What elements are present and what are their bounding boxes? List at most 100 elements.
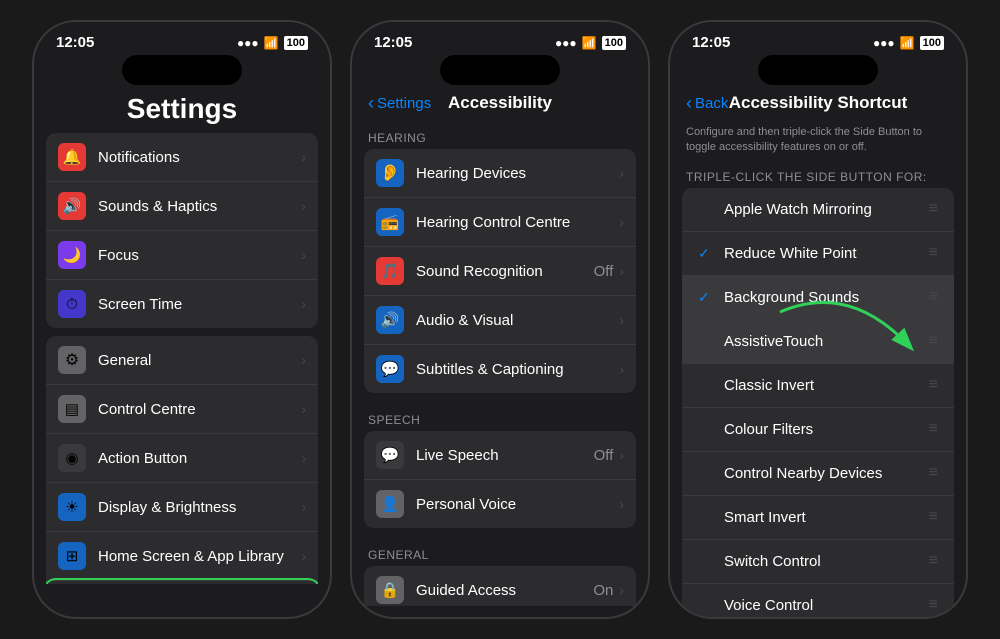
guided-access-item[interactable]: 🔒 Guided Access On › bbox=[364, 566, 636, 606]
time-2: 12:05 bbox=[374, 34, 412, 51]
label-smartinvert: Smart Invert bbox=[724, 509, 929, 526]
shortcut-item-smartinvert[interactable]: Smart Invert ≡ bbox=[682, 496, 954, 540]
speech-group: 💬 Live Speech Off › 👤 Personal Voice › bbox=[364, 431, 636, 528]
live-speech-chevron: › bbox=[619, 447, 624, 463]
signal-icon-3: ●●● bbox=[873, 36, 895, 50]
phone1-content: Settings 🔔 Notifications › 🔊 Sounds & Ha… bbox=[34, 89, 330, 584]
personal-voice-icon: 👤 bbox=[376, 490, 404, 518]
hearing-devices-label: Hearing Devices bbox=[416, 165, 619, 182]
battery-icon-2: 100 bbox=[602, 36, 626, 50]
phone3-content: Apple Watch Mirroring ≡ ✓ Reduce White P… bbox=[670, 188, 966, 619]
live-speech-item[interactable]: 💬 Live Speech Off › bbox=[364, 431, 636, 480]
notifications-icon: 🔔 bbox=[58, 143, 86, 171]
action-icon: ◉ bbox=[58, 444, 86, 472]
general-section-header: GENERAL bbox=[352, 536, 648, 566]
dynamic-island-1 bbox=[122, 55, 242, 85]
shortcut-item-reducewhitepoint[interactable]: ✓ Reduce White Point ≡ bbox=[682, 232, 954, 276]
settings-item-notifications[interactable]: 🔔 Notifications › bbox=[46, 133, 318, 182]
handle-voicecontrol: ≡ bbox=[929, 596, 938, 614]
time-3: 12:05 bbox=[692, 34, 730, 51]
hearing-control-chevron: › bbox=[619, 214, 624, 230]
shortcut-item-assistivetouch[interactable]: AssistiveTouch ≡ bbox=[682, 320, 954, 364]
status-icons-1: ●●● 📶 100 bbox=[237, 36, 308, 50]
controlcentre-icon: ▤ bbox=[58, 395, 86, 423]
label-classicinvert: Classic Invert bbox=[724, 377, 929, 394]
subtitles-item[interactable]: 💬 Subtitles & Captioning › bbox=[364, 345, 636, 393]
controlcentre-label: Control Centre bbox=[98, 401, 301, 418]
label-voicecontrol: Voice Control bbox=[724, 597, 929, 614]
handle-colourfilters: ≡ bbox=[929, 420, 938, 438]
check-reducewhitepoint: ✓ bbox=[698, 245, 718, 262]
audio-visual-label: Audio & Visual bbox=[416, 312, 619, 329]
page-title-1: Settings bbox=[34, 89, 330, 133]
status-bar-3: 12:05 ●●● 📶 100 bbox=[670, 22, 966, 55]
settings-item-display[interactable]: ☀ Display & Brightness › bbox=[46, 483, 318, 532]
settings-item-focus[interactable]: 🌙 Focus › bbox=[46, 231, 318, 280]
subtitles-icon: 💬 bbox=[376, 355, 404, 383]
general-label: General bbox=[98, 352, 301, 369]
settings-item-sounds[interactable]: 🔊 Sounds & Haptics › bbox=[46, 182, 318, 231]
shortcut-item-controlnearby[interactable]: Control Nearby Devices ≡ bbox=[682, 452, 954, 496]
label-assistivetouch: AssistiveTouch bbox=[724, 333, 929, 350]
check-backgroundsounds: ✓ bbox=[698, 289, 718, 306]
label-applewatchmirroring: Apple Watch Mirroring bbox=[724, 201, 929, 218]
handle-switchcontrol: ≡ bbox=[929, 552, 938, 570]
live-speech-label: Live Speech bbox=[416, 447, 594, 464]
controlcentre-chevron: › bbox=[301, 401, 306, 417]
nav-title-2: Accessibility bbox=[448, 93, 552, 113]
settings-item-action[interactable]: ◉ Action Button › bbox=[46, 434, 318, 483]
handle-assistivetouch: ≡ bbox=[929, 332, 938, 350]
handle-classicinvert: ≡ bbox=[929, 376, 938, 394]
handle-applewatchmirroring: ≡ bbox=[929, 200, 938, 218]
notifications-label: Notifications bbox=[98, 149, 301, 166]
settings-item-homescreen[interactable]: ⊞ Home Screen & App Library › bbox=[46, 532, 318, 581]
focus-icon: 🌙 bbox=[58, 241, 86, 269]
audio-visual-chevron: › bbox=[619, 312, 624, 328]
shortcut-item-switchcontrol[interactable]: Switch Control ≡ bbox=[682, 540, 954, 584]
personal-voice-item[interactable]: 👤 Personal Voice › bbox=[364, 480, 636, 528]
screentime-label: Screen Time bbox=[98, 296, 301, 313]
settings-item-general[interactable]: ⚙ General › bbox=[46, 336, 318, 385]
live-speech-icon: 💬 bbox=[376, 441, 404, 469]
nav-back-2[interactable]: ‹ Settings bbox=[368, 93, 431, 114]
sounds-chevron: › bbox=[301, 198, 306, 214]
shortcut-item-colourfilters[interactable]: Colour Filters ≡ bbox=[682, 408, 954, 452]
phone-3: 12:05 ●●● 📶 100 ‹ Back Accessibility Sho… bbox=[668, 20, 968, 619]
label-colourfilters: Colour Filters bbox=[724, 421, 929, 438]
battery-icon: 100 bbox=[284, 36, 308, 50]
sound-recognition-chevron: › bbox=[619, 263, 624, 279]
back-label-2: Settings bbox=[377, 95, 431, 112]
hearing-control-label: Hearing Control Centre bbox=[416, 214, 619, 231]
hearing-devices-item[interactable]: 👂 Hearing Devices › bbox=[364, 149, 636, 198]
settings-item-screentime[interactable]: ⏱ Screen Time › bbox=[46, 280, 318, 328]
homescreen-icon: ⊞ bbox=[58, 542, 86, 570]
homescreen-label: Home Screen & App Library bbox=[98, 548, 301, 565]
sound-recognition-label: Sound Recognition bbox=[416, 263, 594, 280]
audio-visual-item[interactable]: 🔊 Audio & Visual › bbox=[364, 296, 636, 345]
notifications-chevron: › bbox=[301, 149, 306, 165]
nav-back-3[interactable]: ‹ Back bbox=[686, 93, 728, 114]
shortcut-item-classicinvert[interactable]: Classic Invert ≡ bbox=[682, 364, 954, 408]
nav-title-3: Accessibility Shortcut bbox=[729, 93, 908, 113]
display-label: Display & Brightness bbox=[98, 499, 301, 516]
nav-bar-3: ‹ Back Accessibility Shortcut bbox=[670, 89, 966, 119]
screentime-icon: ⏱ bbox=[58, 290, 86, 318]
shortcut-item-backgroundsounds[interactable]: ✓ Background Sounds ≡ bbox=[682, 276, 954, 320]
status-icons-2: ●●● 📶 100 bbox=[555, 36, 626, 50]
subtitles-label: Subtitles & Captioning bbox=[416, 361, 619, 378]
guided-access-label: Guided Access bbox=[416, 582, 593, 599]
signal-icon: ●●● bbox=[237, 36, 259, 50]
sound-recognition-item[interactable]: 🎵 Sound Recognition Off › bbox=[364, 247, 636, 296]
general-group: 🔒 Guided Access On › ▤ Assistive Access … bbox=[364, 566, 636, 606]
subtitles-chevron: › bbox=[619, 361, 624, 377]
focus-label: Focus bbox=[98, 247, 301, 264]
settings-item-controlcentre[interactable]: ▤ Control Centre › bbox=[46, 385, 318, 434]
shortcut-item-applewatchmirroring[interactable]: Apple Watch Mirroring ≡ bbox=[682, 188, 954, 232]
hearing-group: 👂 Hearing Devices › 📻 Hearing Control Ce… bbox=[364, 149, 636, 393]
phone2-content: HEARING 👂 Hearing Devices › 📻 Hearing Co… bbox=[352, 119, 648, 606]
hearing-control-item[interactable]: 📻 Hearing Control Centre › bbox=[364, 198, 636, 247]
sound-recognition-icon: 🎵 bbox=[376, 257, 404, 285]
battery-icon-3: 100 bbox=[920, 36, 944, 50]
shortcut-item-voicecontrol[interactable]: Voice Control ≡ bbox=[682, 584, 954, 619]
settings-item-accessibility[interactable]: ♿ Accessibility › bbox=[46, 581, 318, 584]
